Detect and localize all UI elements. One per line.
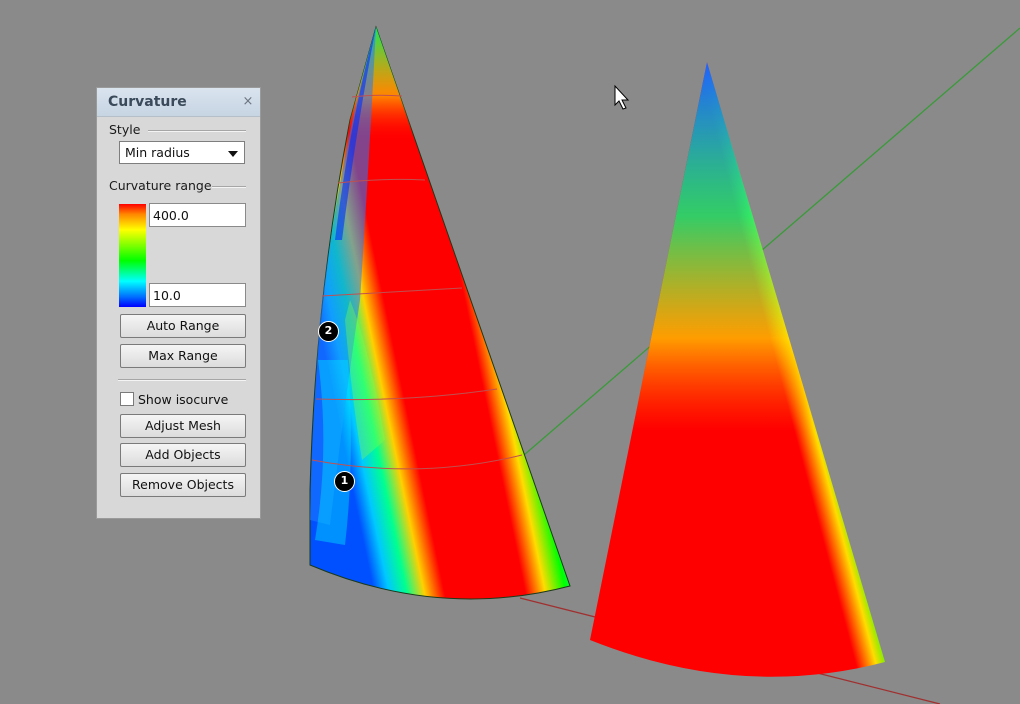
close-icon[interactable]: × xyxy=(241,95,255,109)
surface-right xyxy=(590,62,885,677)
range-min-input[interactable]: 10.0 xyxy=(149,283,246,307)
marker-1: 1 xyxy=(334,471,355,492)
panel-divider xyxy=(118,379,246,381)
curvature-range-rule xyxy=(212,186,246,188)
auto-range-button[interactable]: Auto Range xyxy=(120,314,246,338)
marker-2-label: 2 xyxy=(324,324,333,337)
style-dropdown[interactable]: Min radius xyxy=(119,141,245,164)
range-max-input[interactable]: 400.0 xyxy=(149,203,246,227)
mouse-cursor-icon xyxy=(614,84,630,110)
range-min-value: 10.0 xyxy=(153,288,181,303)
add-objects-button[interactable]: Add Objects xyxy=(120,443,246,467)
curvature-panel: Curvature × Style Min radius Curvature r… xyxy=(96,87,261,519)
marker-1-label: 1 xyxy=(340,474,349,487)
dropdown-arrow-icon xyxy=(228,151,238,157)
panel-title-bar[interactable]: Curvature × xyxy=(97,88,260,117)
max-range-button[interactable]: Max Range xyxy=(120,344,246,368)
curvature-color-scale xyxy=(119,204,146,307)
range-max-value: 400.0 xyxy=(153,208,189,223)
adjust-mesh-button[interactable]: Adjust Mesh xyxy=(120,414,246,438)
remove-objects-button[interactable]: Remove Objects xyxy=(120,473,246,497)
marker-2: 2 xyxy=(318,321,339,342)
style-label: Style xyxy=(109,122,141,137)
curvature-range-label: Curvature range xyxy=(109,178,212,193)
style-dropdown-value: Min radius xyxy=(125,145,190,160)
show-isocurve-checkbox[interactable] xyxy=(120,392,134,406)
show-isocurve-label[interactable]: Show isocurve xyxy=(138,392,228,407)
style-rule xyxy=(148,130,246,132)
panel-title: Curvature xyxy=(108,94,187,110)
surface-left xyxy=(309,25,571,600)
